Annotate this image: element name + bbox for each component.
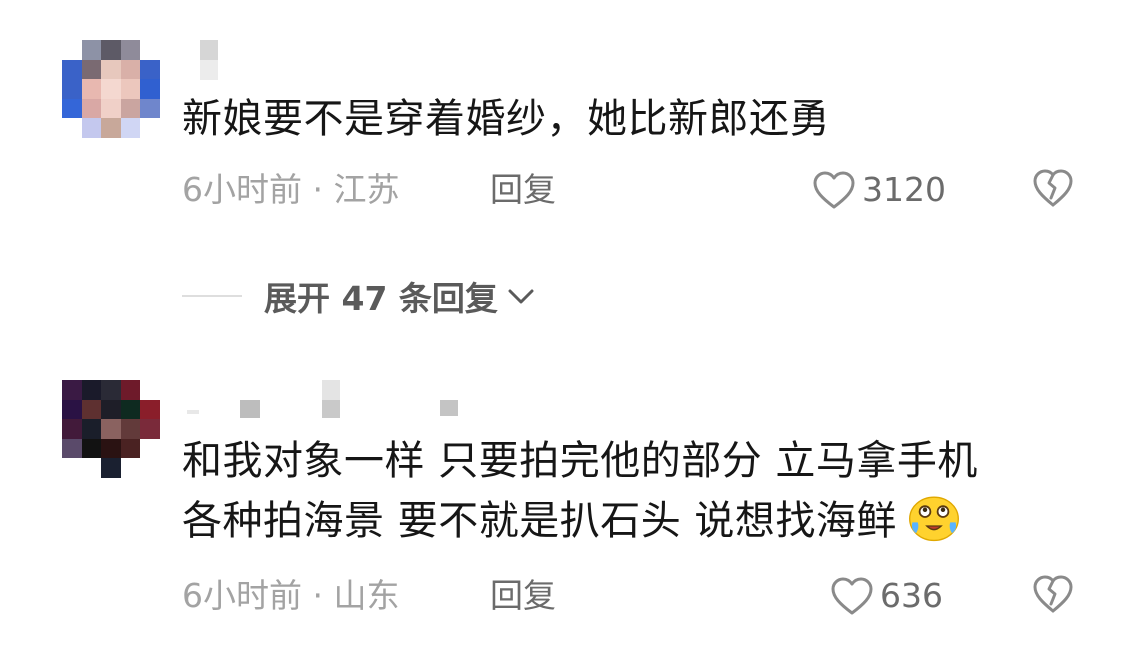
time-location: 6小时前 · 山东 [182,576,400,615]
comment-text-line: 和我对象一样 只要拍完他的部分 立马拿手机 [182,438,978,484]
avatar[interactable] [62,380,160,478]
reply-button[interactable]: 回复 [490,574,556,618]
username-pixelated[interactable] [182,380,482,420]
broken-heart-icon [1033,575,1073,613]
comment-text-line: 各种拍海景 要不就是扒石头 说想找海鲜 [182,490,978,550]
dislike-button[interactable] [1032,574,1074,625]
comment-text: 和我对象一样 只要拍完他的部分 立马拿手机 各种拍海景 要不就是扒石头 说想找海… [182,432,978,550]
comment-item: 和我对象一样 只要拍完他的部分 立马拿手机 各种拍海景 要不就是扒石头 说想找海… [0,0,1125,658]
crying-laughing-emoji-icon [908,496,959,542]
comment-text-segment: 各种拍海景 要不就是扒石头 说想找海鲜 [182,498,897,544]
like-count: 636 [880,576,943,615]
heart-outline-icon [831,577,873,615]
comment-meta: 6小时前 · 山东 回复 636 [182,574,1075,618]
like-button[interactable]: 636 [830,574,943,618]
